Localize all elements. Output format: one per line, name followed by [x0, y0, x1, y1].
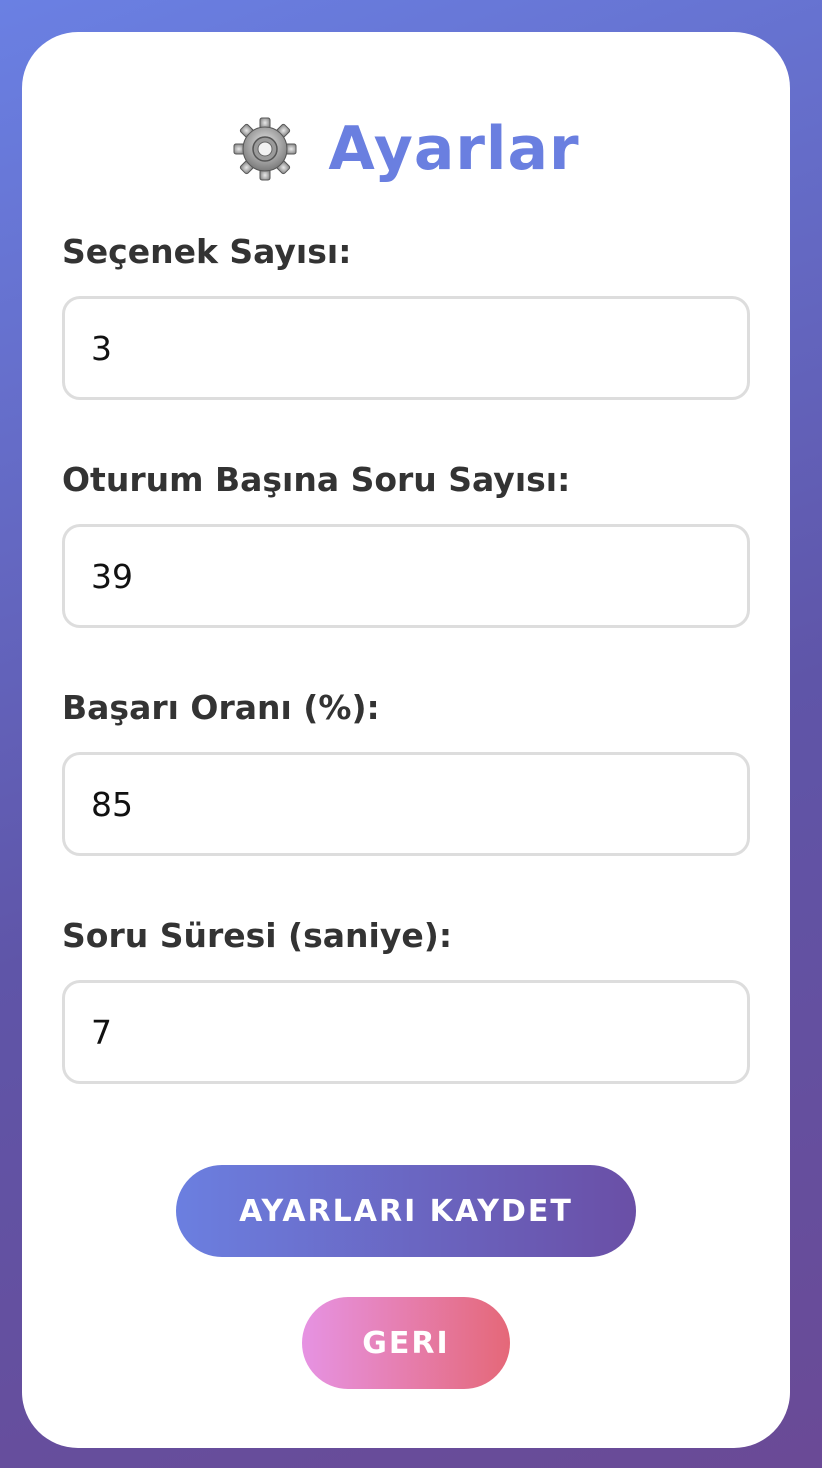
question-duration-input[interactable] [62, 980, 750, 1084]
save-settings-button[interactable]: AYARLARI KAYDET [176, 1165, 636, 1257]
settings-card: Ayarlar Seçenek Sayısı: Oturum Başına So… [22, 32, 790, 1448]
gear-icon [232, 116, 298, 182]
back-button[interactable]: GERI [302, 1297, 510, 1389]
questions-per-session-label: Oturum Başına Soru Sayısı: [62, 460, 571, 499]
option-count-label: Seçenek Sayısı: [62, 232, 352, 271]
questions-per-session-input[interactable] [62, 524, 750, 628]
page-title: Ayarlar [328, 114, 580, 184]
option-count-input[interactable] [62, 296, 750, 400]
page-header: Ayarlar [22, 114, 790, 184]
success-rate-input[interactable] [62, 752, 750, 856]
question-duration-label: Soru Süresi (saniye): [62, 916, 453, 955]
success-rate-label: Başarı Oranı (%): [62, 688, 380, 727]
